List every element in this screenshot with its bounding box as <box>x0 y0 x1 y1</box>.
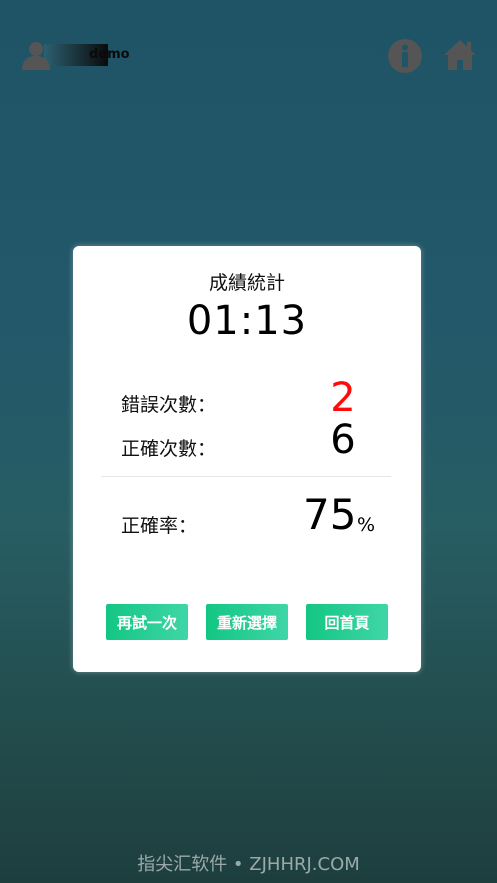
result-card: 成績統計 01:13 錯誤次數： 2 正確次數： 6 正確率： 75 % 再試一… <box>73 246 421 672</box>
username: demo <box>89 47 130 62</box>
card-title: 成績統計 <box>208 272 285 294</box>
back-home-button[interactable]: 回首頁 <box>306 604 388 640</box>
home-icon[interactable] <box>442 38 478 72</box>
user-icon <box>22 42 50 70</box>
reselect-button[interactable]: 重新選擇 <box>206 604 288 640</box>
accuracy-rate-value: 75 <box>303 490 357 539</box>
wrong-count-value: 2 <box>330 375 356 421</box>
watermark: 指尖汇软件 • ZJHHRJ.COM <box>137 854 360 875</box>
info-icon[interactable] <box>387 38 423 74</box>
accuracy-rate-unit: % <box>357 514 376 536</box>
retry-button[interactable]: 再試一次 <box>106 604 188 640</box>
correct-count-value: 6 <box>330 417 356 463</box>
divider <box>101 476 391 477</box>
correct-count-label: 正確次數： <box>121 438 217 460</box>
elapsed-time: 01:13 <box>186 298 308 344</box>
accuracy-rate-label: 正確率： <box>121 515 198 537</box>
wrong-count-label: 錯誤次數： <box>121 394 217 416</box>
user-profile[interactable]: demo <box>22 40 152 70</box>
